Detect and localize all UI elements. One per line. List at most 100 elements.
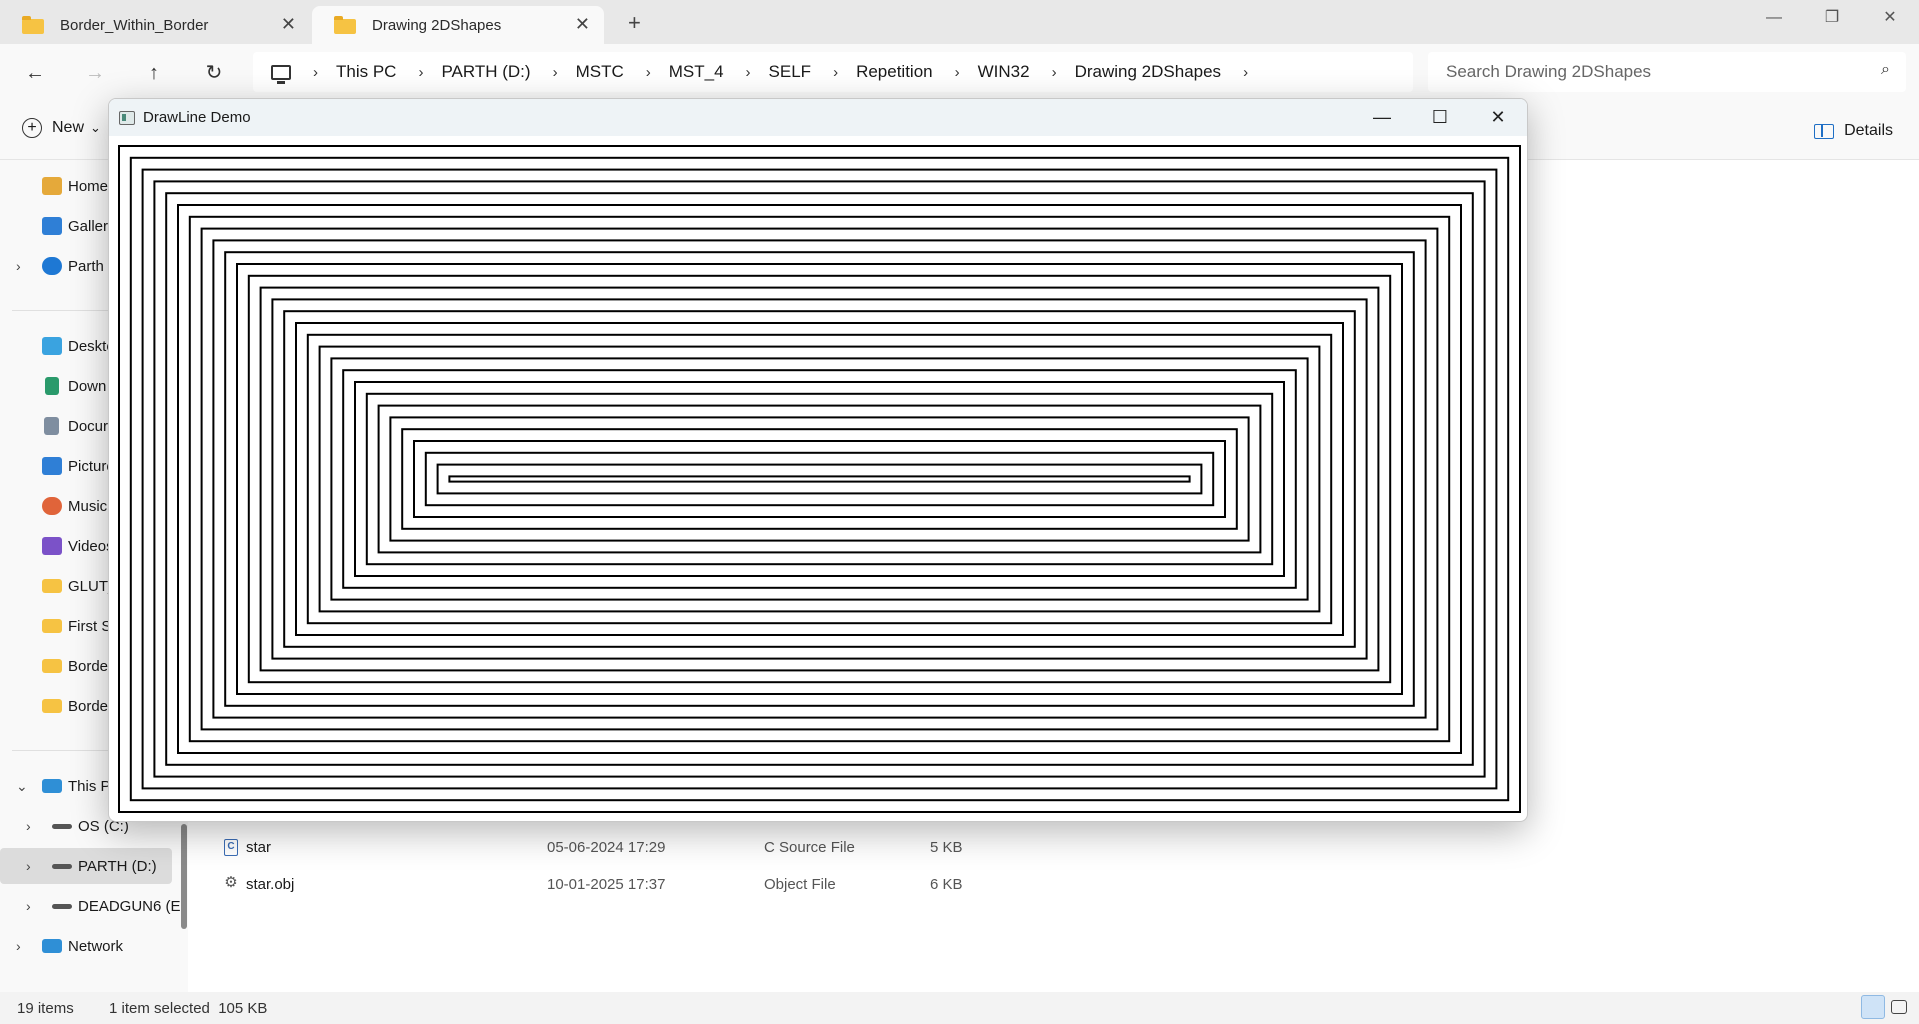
restore-button[interactable]: ❐ bbox=[1803, 0, 1861, 36]
file-size: 5 KB bbox=[930, 838, 963, 856]
sidebar-item-label: Borde bbox=[68, 697, 109, 715]
nested-rectangle bbox=[118, 145, 1521, 813]
folder-icon bbox=[42, 659, 62, 673]
breadcrumb-separator[interactable]: › bbox=[646, 64, 651, 81]
search-icon[interactable]: ⌕ bbox=[1881, 61, 1890, 79]
object-file-icon: ⚙ bbox=[224, 873, 238, 891]
chevron-right-icon[interactable]: › bbox=[16, 938, 21, 954]
nested-rectangle bbox=[271, 298, 1368, 660]
chevron-right-icon[interactable]: › bbox=[16, 258, 21, 274]
sidebar-item-deadgun6[interactable]: › DEADGUN6 (E bbox=[0, 888, 180, 924]
minimize-button[interactable]: — bbox=[1353, 99, 1411, 136]
plus-icon: + bbox=[22, 118, 42, 138]
chevron-down-icon[interactable]: ⌄ bbox=[16, 778, 28, 795]
network-icon bbox=[42, 939, 62, 953]
refresh-button[interactable]: ↻ bbox=[199, 58, 229, 88]
up-button[interactable]: ↑ bbox=[139, 58, 169, 88]
chevron-down-icon: ⌄ bbox=[90, 120, 101, 135]
drawing-canvas bbox=[118, 145, 1522, 815]
window-controls: — ☐ ✕ bbox=[1353, 99, 1527, 136]
new-tab-button[interactable]: + bbox=[628, 10, 641, 36]
sidebar-scrollbar[interactable] bbox=[181, 824, 187, 929]
maximize-button[interactable]: ☐ bbox=[1411, 99, 1469, 136]
file-type: Object File bbox=[764, 875, 836, 893]
breadcrumb-item[interactable]: SELF bbox=[769, 62, 812, 82]
drive-icon bbox=[52, 824, 72, 829]
sidebar-item-label: PARTH (D:) bbox=[78, 857, 157, 875]
breadcrumb-separator[interactable]: › bbox=[833, 64, 838, 81]
breadcrumb-separator[interactable]: › bbox=[418, 64, 423, 81]
nested-rectangle bbox=[200, 227, 1439, 731]
close-button[interactable]: ✕ bbox=[1469, 99, 1527, 136]
tiles-view-icon[interactable] bbox=[1891, 1000, 1907, 1014]
breadcrumb-separator[interactable]: › bbox=[553, 64, 558, 81]
sidebar-item-label: Network bbox=[68, 937, 124, 955]
breadcrumb-separator[interactable]: › bbox=[955, 64, 960, 81]
nested-rectangle bbox=[283, 310, 1356, 648]
details-view-icon[interactable] bbox=[1861, 995, 1885, 1019]
forward-button[interactable]: → bbox=[80, 58, 110, 88]
nested-rectangle bbox=[129, 156, 1510, 802]
breadcrumb-item[interactable]: This PC bbox=[336, 62, 396, 82]
sidebar-item-parth-d[interactable]: › PARTH (D:) bbox=[0, 848, 172, 884]
c-source-file-icon: C bbox=[224, 838, 238, 856]
nested-rectangle bbox=[389, 416, 1250, 542]
nested-rectangle bbox=[318, 345, 1321, 613]
file-date: 05-06-2024 17:29 bbox=[547, 838, 666, 856]
tab-drawing-2dshapes[interactable]: Drawing 2DShapes ✕ bbox=[312, 6, 604, 44]
close-window-button[interactable]: ✕ bbox=[1861, 0, 1919, 36]
view-switcher bbox=[1861, 995, 1907, 1019]
sidebar-item-label: Docur bbox=[68, 417, 109, 435]
back-button[interactable]: ← bbox=[20, 58, 50, 88]
chevron-right-icon[interactable]: › bbox=[26, 818, 31, 834]
breadcrumb-item[interactable]: MSTC bbox=[576, 62, 624, 82]
status-bar: 19 items 1 item selected 105 KB bbox=[0, 992, 1919, 1024]
close-tab-icon[interactable]: ✕ bbox=[281, 15, 296, 33]
drive-icon bbox=[52, 864, 72, 869]
details-button[interactable]: Details bbox=[1814, 122, 1893, 140]
download-icon bbox=[45, 377, 59, 395]
sidebar-item-network[interactable]: › Network bbox=[0, 928, 180, 964]
tab-border-within-border[interactable]: Border_Within_Border ✕ bbox=[0, 6, 310, 44]
breadcrumb-separator[interactable]: › bbox=[1052, 64, 1057, 81]
file-date: 10-01-2025 17:37 bbox=[547, 875, 666, 893]
selection-info: 1 item selected 105 KB bbox=[109, 1000, 268, 1017]
breadcrumb[interactable]: › This PC › PARTH (D:) › MSTC › MST_4 › … bbox=[253, 52, 1413, 92]
nested-rectangle bbox=[236, 263, 1403, 695]
breadcrumb-item[interactable]: Repetition bbox=[856, 62, 933, 82]
minimize-button[interactable]: — bbox=[1745, 0, 1803, 36]
chevron-right-icon[interactable]: › bbox=[26, 858, 31, 874]
nested-rectangle bbox=[247, 274, 1392, 684]
home-icon bbox=[42, 177, 62, 195]
documents-icon bbox=[44, 417, 59, 435]
sidebar-item-label: Music bbox=[68, 497, 108, 515]
window-titlebar[interactable]: DrawLine Demo — ☐ ✕ bbox=[109, 99, 1527, 136]
chevron-right-icon[interactable]: › bbox=[26, 898, 31, 914]
folder-icon bbox=[42, 699, 62, 713]
new-label: New bbox=[52, 119, 85, 136]
new-button[interactable]: + New ⌄ bbox=[22, 118, 101, 138]
desktop-icon bbox=[42, 337, 62, 355]
details-pane-icon bbox=[1814, 123, 1835, 139]
tab-label: Border_Within_Border bbox=[60, 16, 209, 34]
sidebar-item-label: Home bbox=[68, 177, 109, 195]
sidebar-item-label: Parth - bbox=[68, 257, 114, 275]
navigation-bar: ← → ↑ ↻ › This PC › PARTH (D:) › MSTC › … bbox=[0, 44, 1919, 100]
close-tab-icon[interactable]: ✕ bbox=[575, 15, 590, 33]
breadcrumb-item[interactable]: Drawing 2DShapes bbox=[1075, 62, 1221, 82]
breadcrumb-item[interactable]: MST_4 bbox=[669, 62, 724, 82]
breadcrumb-separator[interactable]: › bbox=[1243, 64, 1248, 81]
file-type: C Source File bbox=[764, 838, 855, 856]
nested-rectangle bbox=[141, 168, 1498, 790]
breadcrumb-separator[interactable]: › bbox=[313, 64, 318, 81]
search-input[interactable]: Search Drawing 2DShapes ⌕ bbox=[1428, 52, 1906, 92]
onedrive-icon bbox=[42, 257, 62, 275]
sidebar-item-label: Borde bbox=[68, 657, 109, 675]
breadcrumb-item[interactable]: PARTH (D:) bbox=[441, 62, 530, 82]
sidebar-item-label: Galler bbox=[68, 217, 109, 235]
breadcrumb-item[interactable]: WIN32 bbox=[978, 62, 1030, 82]
pictures-icon bbox=[42, 457, 62, 475]
breadcrumb-separator[interactable]: › bbox=[746, 64, 751, 81]
folder-icon bbox=[334, 16, 356, 34]
sidebar-item-label: Videos bbox=[68, 537, 114, 555]
